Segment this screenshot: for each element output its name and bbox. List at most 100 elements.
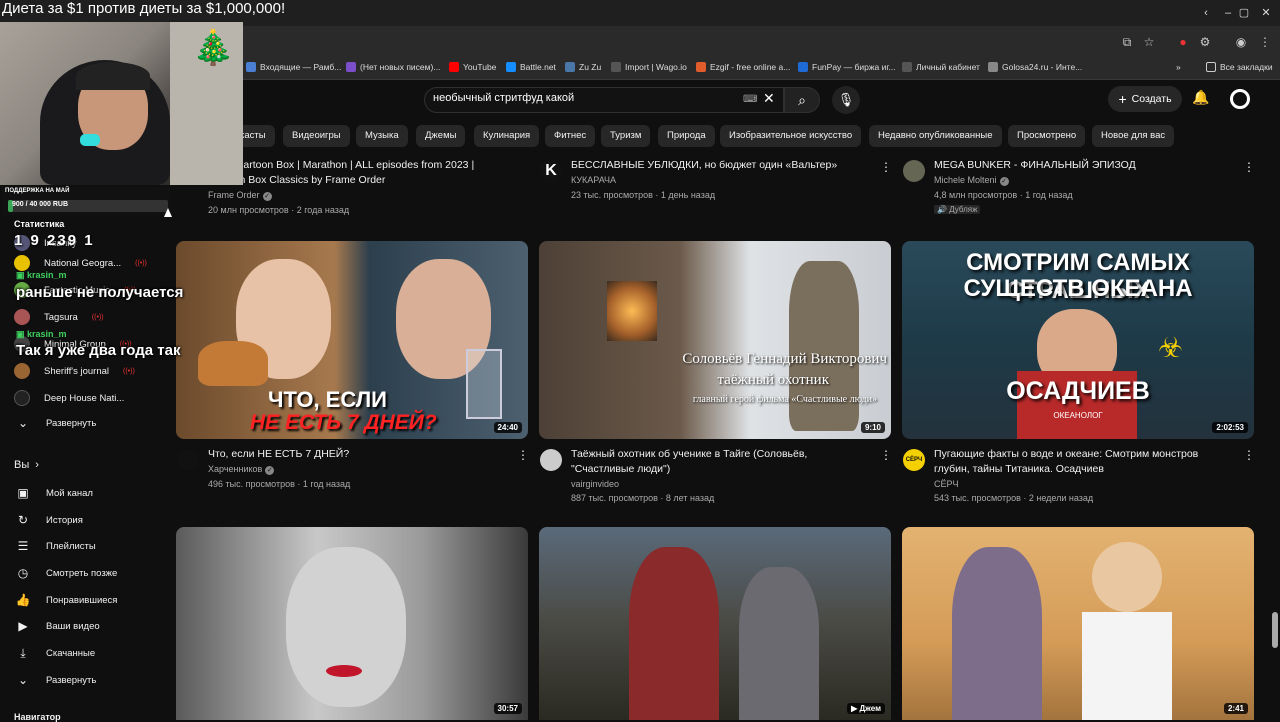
video-meta: 23 тыс. просмотров · 1 день назад [571,190,716,200]
chip-watched[interactable]: Просмотрено [1008,125,1086,147]
video-title-line: Cartoon Box Classics by Frame Order [208,174,386,186]
chip-fine-art[interactable]: Изобразительное искусство [720,125,862,147]
sidebar-item-liked[interactable]: 👍 Понравившиеся [14,593,118,607]
search-button[interactable]: ⌕ [784,87,820,113]
channel-avatar[interactable] [177,449,199,471]
bookmark-label: Zu Zu [579,62,602,72]
more-options-icon[interactable]: ⋮ [1243,448,1255,462]
channel-name[interactable]: vairginvideo [571,479,619,489]
create-button[interactable]: + Создать [1108,86,1182,112]
menu-icon[interactable]: ⋮ [1256,33,1274,51]
bookmark-item[interactable]: (Нет новых писем)... [346,62,440,72]
sidebar-sub-natgeo[interactable]: National Geogra... ((•)) [14,255,147,271]
sidebar-item-my-channel[interactable]: ▣ Мой канал [14,486,93,500]
sidebar-expand-subs[interactable]: ⌄ Развернуть [14,416,96,430]
more-options-icon[interactable]: ⋮ [517,448,529,462]
live-icon: ((•)) [91,313,104,321]
video-thumbnail[interactable]: 2:41 [902,527,1254,720]
chip-music[interactable]: Музыка [356,125,408,147]
bookmark-star-icon[interactable]: ☆ [1140,33,1158,51]
chip-cooking[interactable]: Кулинария [474,125,540,147]
sidebar-item-expand[interactable]: ⌄ Развернуть [14,673,96,687]
sidebar-item-your-videos[interactable]: ▶ Ваши видео [14,619,99,633]
bookmark-label: Battle.net [520,62,556,72]
window-close-button[interactable]: ✕ [1256,4,1276,22]
funpay-favicon-icon [798,62,808,72]
more-options-icon[interactable]: ⋮ [880,160,892,174]
video-channel[interactable]: Michele Molteni ✓ [934,175,1009,186]
chip-recently-uploaded[interactable]: Недавно опубликованные [869,125,1002,147]
video-title[interactable]: Что, если НЕ ЕСТЬ 7 ДНЕЙ? [208,447,508,462]
sidebar-sub-deephouse[interactable]: Deep House Nati... [14,390,124,406]
bookmarks-more-button[interactable]: » [1176,62,1181,72]
video-title[interactable]: БЕССЛАВНЫЕ УБЛЮДКИ, но бюджет один «Валь… [571,158,871,173]
video-thumbnail[interactable]: ЧТО, ЕСЛИ НЕ ЕСТЬ 7 ДНЕЙ? 24:40 [176,241,528,439]
chip-new-for-you[interactable]: Новое для вас [1092,125,1175,147]
account-avatar[interactable] [1230,89,1250,109]
bookmark-item[interactable]: Zu Zu [565,62,601,72]
sidebar-item-history[interactable]: ↻ История [14,513,83,527]
chip-nature[interactable]: Природа [658,125,715,147]
duration-badge: 30:57 [493,703,522,714]
profile-icon[interactable]: ◉ [1232,33,1250,51]
chat-username-text: krasin_m [27,329,67,339]
channel-name[interactable]: СЁРЧ [934,479,959,489]
extension-icon[interactable]: ● [1174,33,1192,51]
bookmark-item[interactable]: YouTube [449,62,496,72]
channel-avatar[interactable] [540,449,562,471]
bookmark-item[interactable]: Входящие — Рамб... [246,62,341,72]
bookmark-label: Golosa24.ru - Инте... [1002,62,1083,72]
bookmark-item[interactable]: Battle.net [506,62,556,72]
video-thumbnail[interactable]: СМОТРИМ САМЫХ СТРАШНЫХ СУЩЕСТВ ОКЕАНА ☣ … [902,241,1254,439]
video-title[interactable]: ST of Cartoon Box | Marathon | ALL episo… [208,158,518,188]
video-thumbnail[interactable]: Соловьёв Геннадий Викторович таёжный охо… [539,241,891,439]
bookmark-item[interactable]: Личный кабинет [902,62,980,72]
channel-name[interactable]: КУКАРАЧА [571,175,616,185]
chip-tourism[interactable]: Туризм [601,125,651,147]
cast-icon[interactable]: ⧉ [1118,33,1136,51]
chip-jams[interactable]: Джемы [416,125,466,147]
sidebar-you-header[interactable]: Вы › [14,459,39,471]
bookmark-item[interactable]: Import | Wago.io [611,62,687,72]
video-title[interactable]: MEGA BUNKER - ФИНАЛЬНЫЙ ЭПИЗОД [934,158,1234,173]
keyboard-icon[interactable]: ⌨ [743,94,757,105]
more-options-icon[interactable]: ⋮ [880,448,892,462]
more-options-icon[interactable]: ⋮ [1243,160,1255,174]
sidebar-item-watch-later[interactable]: ◷ Смотреть позже [14,566,118,580]
search-box[interactable]: ⌨ ✕ [424,87,784,113]
chip-videogames[interactable]: Видеоигры [283,125,350,147]
video-title[interactable]: Таёжный охотник об ученике в Тайге (Соло… [571,447,871,477]
cabinet-favicon-icon [902,62,912,72]
voice-search-button[interactable]: 🎙 [832,86,860,114]
bookmark-item[interactable]: FunPay — биржа иг... [798,62,896,72]
window-chevron-icon[interactable]: ‹ [1196,4,1216,22]
channel-avatar[interactable]: СЁРЧ [903,449,925,471]
video-thumbnail[interactable]: 30:57 [176,527,528,720]
search-input[interactable] [433,92,743,104]
notifications-bell-icon[interactable]: 🔔 [1190,89,1212,111]
sidebar-sub-sheriff[interactable]: Sheriff's journal ((•)) [14,363,135,379]
stream-title: Диета за $1 против диеты за $1,000,000! [2,0,286,17]
channel-avatar[interactable]: K [540,160,562,182]
bookmark-item[interactable]: Golosa24.ru - Инте... [988,62,1082,72]
sidebar-item-playlists[interactable]: ☰ Плейлисты [14,539,96,553]
video-thumbnail[interactable]: ▶ Джем [539,527,891,720]
all-bookmarks-button[interactable]: Все закладки [1206,62,1273,72]
scrollbar-thumb[interactable] [1272,612,1278,648]
clear-search-icon[interactable]: ✕ [763,90,775,107]
channel-avatar[interactable] [903,160,925,182]
video-channel[interactable]: Frame Order ✓ [208,190,272,201]
sidebar-sub-tagsura[interactable]: Tagsura ((•)) [14,309,104,325]
streamer-hat-image [76,62,150,90]
verified-icon: ✓ [999,177,1009,186]
bookmark-item[interactable]: Ezgif - free online a... [696,62,790,72]
window-maximize-button[interactable]: ▢ [1234,4,1254,22]
jam-label: Джем [859,704,881,713]
avatar [14,255,30,271]
video-title[interactable]: Пугающие факты о воде и океане: Смотрим … [934,447,1234,477]
verified-icon: ✓ [262,192,272,201]
sidebar-item-downloads[interactable]: ⤓ Скачанные [14,646,95,661]
chip-fitness[interactable]: Фитнес [545,125,596,147]
extensions-puzzle-icon[interactable]: ⚙ [1196,33,1214,51]
video-channel[interactable]: Харченников ✓ [208,464,275,475]
